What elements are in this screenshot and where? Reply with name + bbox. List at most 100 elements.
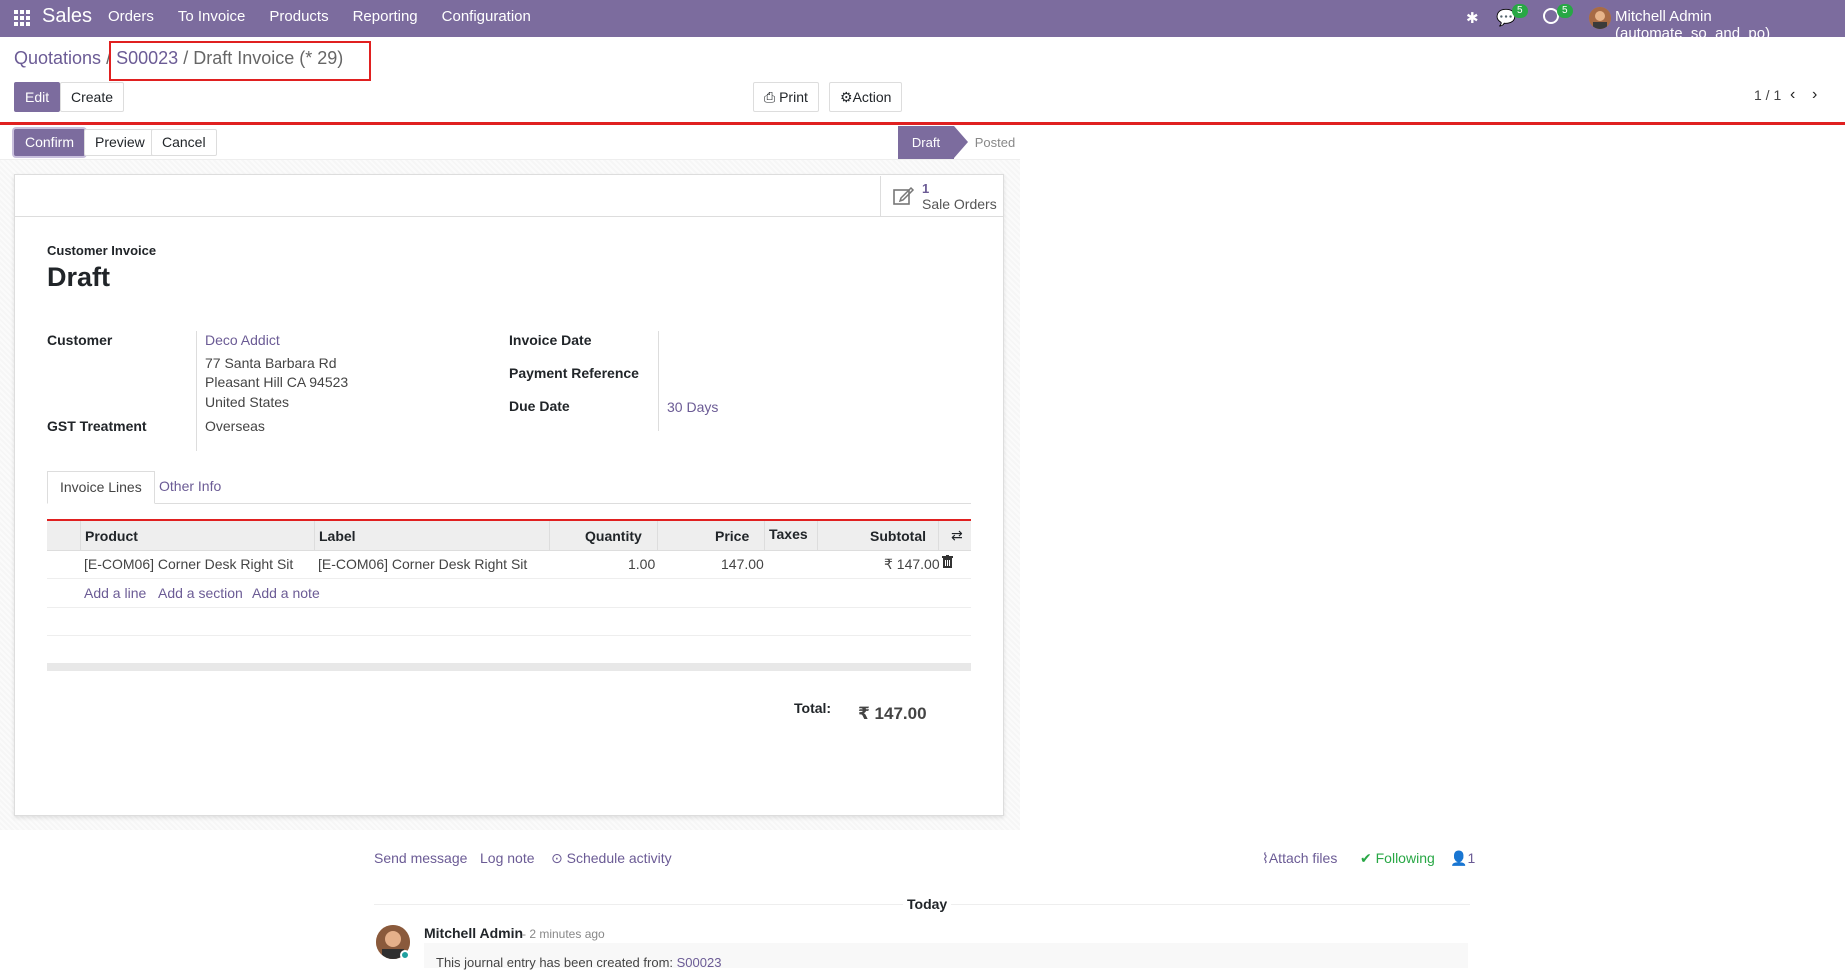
- add-section-link[interactable]: Add a section: [158, 585, 243, 601]
- followers-count: 1: [1467, 850, 1476, 866]
- cancel-button[interactable]: Cancel: [151, 129, 217, 156]
- tab-other-info[interactable]: Other Info: [147, 471, 233, 504]
- payment-reference-label: Payment Reference: [509, 365, 639, 381]
- app-brand[interactable]: Sales: [42, 5, 92, 28]
- gear-icon: ⚙: [840, 89, 853, 105]
- header-product[interactable]: Product: [85, 528, 138, 544]
- message-author[interactable]: Mitchell Admin: [424, 925, 523, 941]
- user-menu[interactable]: Mitchell Admin (automate_so_and_po): [1615, 8, 1845, 42]
- preview-button[interactable]: Preview: [84, 129, 156, 156]
- pager-value[interactable]: 1 / 1: [1754, 87, 1781, 103]
- send-message-button[interactable]: Send message: [374, 850, 467, 866]
- chat-badge: 5: [1512, 4, 1528, 18]
- menu-configuration[interactable]: Configuration: [442, 8, 531, 25]
- trash-icon[interactable]: [942, 555, 953, 571]
- row-quantity[interactable]: 1.00: [628, 556, 655, 572]
- customer-address-line2: Pleasant Hill CA 94523: [205, 374, 349, 390]
- row-product[interactable]: [E-COM06] Corner Desk Right Sit: [84, 556, 293, 572]
- invoice-type-label: Customer Invoice: [47, 243, 157, 258]
- print-label: Print: [779, 89, 808, 105]
- header-label[interactable]: Label: [319, 528, 356, 544]
- following-label: Following: [1375, 850, 1435, 866]
- action-label: Action: [852, 89, 892, 105]
- action-button[interactable]: ⚙Action: [829, 82, 903, 112]
- clock-icon: ⊙: [551, 850, 563, 866]
- menu-orders[interactable]: Orders: [108, 8, 154, 25]
- field-divider: [196, 331, 197, 451]
- header-taxes[interactable]: Taxes: [769, 526, 808, 542]
- sale-orders-smart-button[interactable]: 1 Sale Orders: [880, 176, 1003, 216]
- col-sep: [938, 521, 939, 551]
- followers-button[interactable]: 👤1: [1450, 850, 1475, 867]
- total-label: Total:: [794, 700, 832, 716]
- confirm-button[interactable]: Confirm: [14, 129, 86, 156]
- col-sep: [764, 521, 765, 551]
- user-avatar[interactable]: [1589, 7, 1611, 29]
- lines-table-header: Product Label Quantity Price Taxes Subto…: [47, 521, 971, 551]
- message-text: This journal entry has been created from…: [436, 955, 674, 970]
- breadcrumb-quotations[interactable]: Quotations: [14, 48, 101, 68]
- col-sep: [549, 521, 550, 551]
- today-label: Today: [903, 896, 952, 912]
- chevron-right-icon[interactable]: ›: [1812, 86, 1817, 104]
- menu-reporting[interactable]: Reporting: [353, 8, 418, 25]
- row-label[interactable]: [E-COM06] Corner Desk Right Sit: [318, 556, 527, 572]
- customer-label: Customer: [47, 332, 113, 348]
- edit-icon: [893, 186, 915, 205]
- schedule-activity-button[interactable]: ⊙ Schedule activity: [551, 850, 672, 867]
- add-line-link[interactable]: Add a line: [84, 585, 146, 601]
- schedule-label: Schedule activity: [566, 850, 672, 866]
- table-footer: [47, 663, 971, 671]
- customer-address-line1: 77 Santa Barbara Rd: [205, 355, 337, 371]
- gst-label: GST Treatment: [47, 418, 147, 434]
- message-order-link[interactable]: S00023: [677, 955, 722, 970]
- col-sep: [657, 521, 658, 551]
- row-subtotal: ₹ 147.00: [884, 556, 940, 572]
- customer-address-line3: United States: [205, 394, 290, 410]
- user-icon: 👤: [1450, 850, 1468, 866]
- due-date-value[interactable]: 30 Days: [667, 399, 718, 415]
- apps-menu-icon[interactable]: [14, 10, 30, 26]
- highlight-box: [109, 41, 371, 81]
- col-sep: [314, 521, 315, 551]
- print-button[interactable]: ⎙ Print: [753, 82, 819, 112]
- gst-value[interactable]: Overseas: [205, 418, 265, 434]
- empty-row: [47, 608, 971, 636]
- total-value: ₹ 147.00: [858, 704, 927, 723]
- main-menu: Orders To Invoice Products Reporting Con…: [108, 8, 531, 25]
- stage-posted[interactable]: Posted: [965, 126, 1025, 159]
- col-sep: [817, 521, 818, 551]
- invoice-title: Draft: [47, 262, 111, 292]
- customer-name-link[interactable]: Deco Addict: [205, 332, 280, 348]
- create-button[interactable]: Create: [60, 82, 125, 112]
- following-button[interactable]: ✔ Following: [1360, 850, 1435, 867]
- due-date-label: Due Date: [509, 398, 570, 414]
- header-subtotal[interactable]: Subtotal: [870, 528, 926, 544]
- chevron-left-icon[interactable]: ‹: [1790, 86, 1795, 104]
- attach-label: Attach files: [1268, 850, 1338, 866]
- menu-products[interactable]: Products: [269, 8, 328, 25]
- notebook-tabs: Invoice Lines Other Info: [47, 471, 971, 504]
- stage-draft[interactable]: Draft: [898, 126, 968, 159]
- paperclip-icon: ⌇: [1262, 850, 1269, 866]
- row-price[interactable]: 147.00: [721, 556, 764, 572]
- attach-files-button[interactable]: ⌇Attach files: [1262, 850, 1337, 867]
- add-row-actions: Add a line Add a section Add a note: [47, 579, 971, 608]
- tab-invoice-lines[interactable]: Invoice Lines: [47, 471, 155, 504]
- table-row[interactable]: [E-COM06] Corner Desk Right Sit [E-COM06…: [47, 551, 971, 579]
- sale-orders-label: Sale Orders: [922, 196, 997, 212]
- log-note-button[interactable]: Log note: [480, 850, 535, 866]
- debug-bug-icon[interactable]: ✱: [1466, 9, 1479, 27]
- sale-orders-count: 1: [922, 181, 930, 196]
- header-price[interactable]: Price: [715, 528, 749, 544]
- column-settings-icon[interactable]: ⇄: [951, 527, 963, 544]
- invoice-date-label: Invoice Date: [509, 332, 592, 348]
- menu-to-invoice[interactable]: To Invoice: [178, 8, 246, 25]
- header-quantity[interactable]: Quantity: [585, 528, 642, 544]
- print-icon: ⎙: [764, 89, 776, 105]
- field-divider-right: [658, 331, 659, 431]
- add-note-link[interactable]: Add a note: [252, 585, 320, 601]
- edit-button[interactable]: Edit: [14, 82, 61, 112]
- top-navbar: Sales Orders To Invoice Products Reporti…: [0, 0, 1845, 42]
- col-sep: [80, 521, 81, 551]
